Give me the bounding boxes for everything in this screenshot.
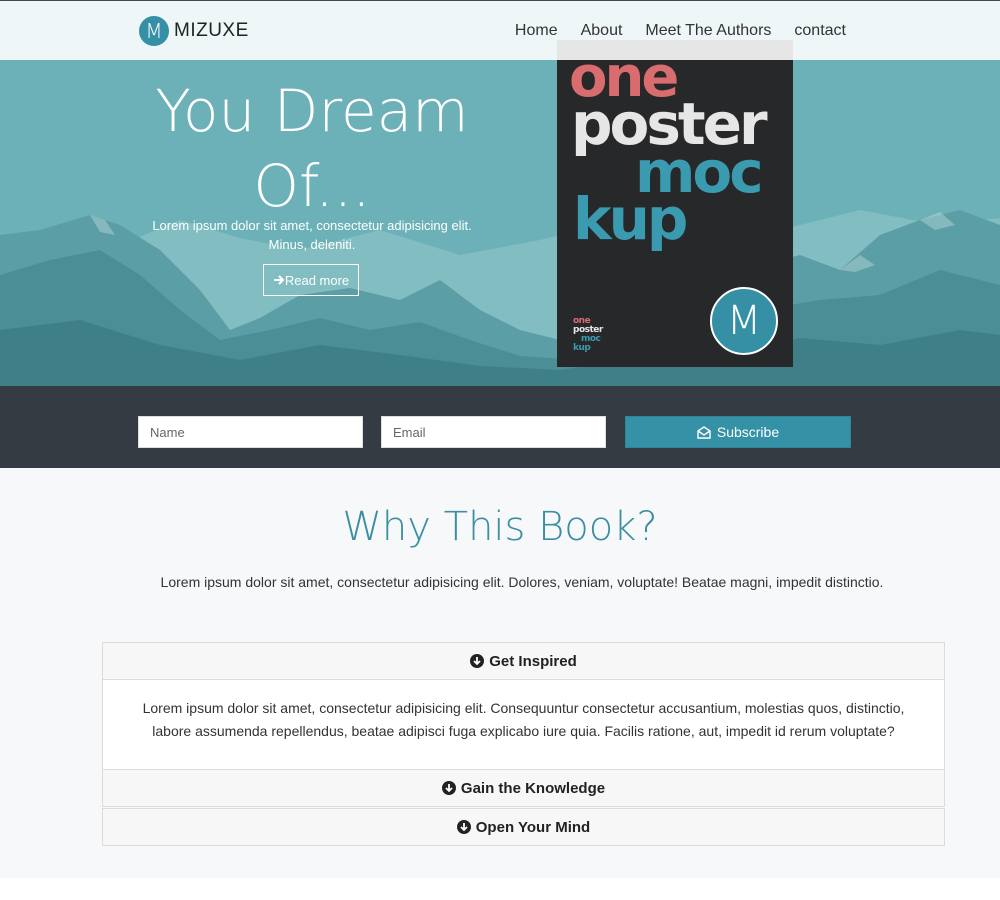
section-text: Lorem ipsum dolor sit amet, consectetur …	[160, 574, 884, 590]
envelope-open-icon	[697, 425, 711, 439]
nav-link-contact[interactable]: contact	[794, 22, 846, 40]
book-poster-image: one poster moc kup one poster moc kup M	[557, 40, 793, 367]
poster-logo: M	[710, 287, 778, 355]
brand-name[interactable]: MIZUXE	[174, 20, 249, 42]
poster-word-kup: kup	[573, 185, 688, 253]
arrow-circle-down-icon	[441, 781, 456, 795]
email-input[interactable]: Email	[381, 416, 606, 448]
brand-logo[interactable]: M	[139, 16, 169, 46]
navbar: M MIZUXE Home About Meet The Authors con…	[0, 0, 1000, 60]
hero-section: You Dream Of... Lorem ipsum dolor sit am…	[0, 60, 1000, 386]
read-more-button[interactable]: Read more	[263, 264, 359, 296]
poster-mini-kup: kup	[573, 343, 591, 353]
arrow-right-icon	[273, 275, 285, 285]
brand[interactable]: M MIZUXE	[139, 16, 249, 46]
accordion-title: Get Inspired	[489, 652, 577, 670]
accordion: Get Inspired Lorem ipsum dolor sit amet,…	[102, 642, 945, 846]
accordion-title: Gain the Knowledge	[460, 779, 606, 797]
page-bottom	[0, 878, 1000, 900]
read-more-label: Read more	[284, 272, 350, 288]
why-section: Why This Book? Lorem ipsum dolor sit ame…	[0, 468, 1000, 878]
hero-title-line1: You Dream	[155, 77, 469, 145]
nav-link-authors[interactable]: Meet The Authors	[645, 22, 771, 40]
nav-links: Home About Meet The Authors contact	[492, 22, 846, 40]
accordion-body-get-inspired: Lorem ipsum dolor sit amet, consectetur …	[102, 680, 945, 769]
nav-link-about[interactable]: About	[581, 22, 623, 40]
arrow-circle-down-icon	[456, 820, 471, 834]
hero-text: Lorem ipsum dolor sit amet, consectetur …	[152, 218, 472, 252]
accordion-header-get-inspired[interactable]: Get Inspired	[102, 642, 945, 680]
arrow-circle-down-icon	[470, 654, 485, 668]
hero-title-line2: Of...	[253, 152, 371, 220]
subscribe-bar: Name Email Subscribe	[0, 386, 1000, 468]
nav-link-home[interactable]: Home	[515, 22, 558, 40]
subscribe-button[interactable]: Subscribe	[625, 416, 851, 448]
accordion-title: Open Your Mind	[475, 818, 591, 836]
subscribe-label: Subscribe	[716, 424, 780, 440]
name-input[interactable]: Name	[138, 416, 363, 448]
hero-title: You Dream Of...	[140, 74, 484, 224]
accordion-header-gain-knowledge[interactable]: Gain the Knowledge	[102, 769, 945, 807]
section-title: Why This Book?	[342, 504, 658, 550]
accordion-header-open-mind[interactable]: Open Your Mind	[102, 808, 945, 846]
